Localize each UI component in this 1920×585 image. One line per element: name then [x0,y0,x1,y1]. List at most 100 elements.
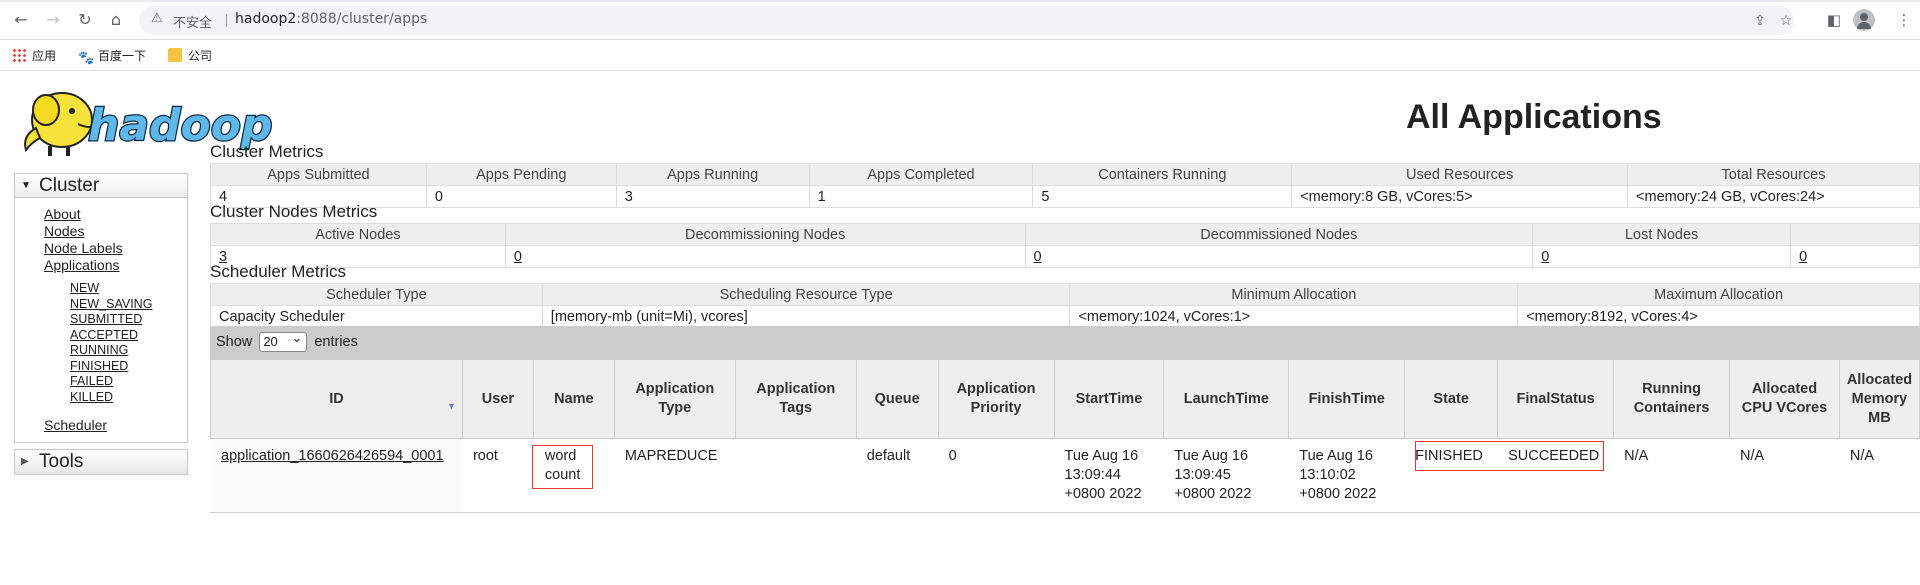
column-header-name[interactable]: Name [532,359,615,439]
bookmark-company[interactable]: 公司 [168,47,212,64]
nav-state-submitted[interactable]: SUBMITTED [70,312,187,328]
nav-state-new-saving[interactable]: NEW_SAVING [70,297,187,313]
metric-header: Apps Completed [808,163,1034,186]
apps-grid-icon [12,48,26,62]
address-separator [226,14,227,27]
url-path: :8088/cluster/apps [296,11,428,27]
nav-link-scheduler[interactable]: Scheduler [44,417,187,434]
name-line: word [544,448,577,464]
cluster-metrics-table: Apps Submitted Apps Pending Apps Running… [210,163,1920,208]
page-length-select[interactable]: 20 [259,329,308,352]
url-host: hadoop2 [235,11,297,27]
metric-header: Active Nodes [210,223,506,246]
side-panel-icon[interactable]: ◧ [1823,9,1845,31]
time-line: +0800 2022 [1174,486,1252,502]
column-header-priority[interactable]: Application Priority [937,359,1055,439]
scheduler-metrics-table: Scheduler Type Scheduling Resource Type … [210,283,1920,328]
lost-nodes-link[interactable]: 0 [1541,249,1549,265]
metric-value: 3 [615,185,810,208]
nodes-metrics-table: Active Nodes Decommissioning Nodes Decom… [210,223,1920,268]
metric-header: Lost Nodes [1532,223,1792,246]
forward-icon[interactable]: → [41,8,65,32]
header-label: Queue [874,390,920,407]
metric-header: Apps Running [615,163,810,186]
header-label: FinishTime [1308,390,1385,407]
column-header-user[interactable]: User [461,359,534,439]
nav-state-new[interactable]: NEW [70,281,187,297]
entries-label: entries [314,333,358,350]
nav-link-about[interactable]: About [44,206,187,223]
insecure-label: 不安全 [173,16,213,31]
caret-down-icon: ▼ [21,180,31,191]
share-icon[interactable]: ⇪ [1751,12,1769,30]
nav-state-running[interactable]: RUNNING [70,343,187,359]
column-header-id[interactable]: ID ▼ [210,359,463,439]
decommissioning-nodes-link[interactable]: 0 [514,249,522,265]
browser-toolbar: ← → ↻ ⌂ ⚠ 不安全 hadoop2:8088/cluster/apps … [0,0,1920,40]
column-header-app-type[interactable]: Application Type [613,359,736,439]
nav-link-applications[interactable]: Applications [44,257,187,274]
time-line: 13:09:45 [1174,467,1231,483]
url-text[interactable]: hadoop2:8088/cluster/apps [235,11,427,27]
decommissioned-nodes-link[interactable]: 0 [1034,249,1042,265]
cell-app-tags [734,438,857,512]
header-label: Name [554,390,594,407]
unhealthy-nodes-link[interactable]: 0 [1799,249,1807,265]
warning-icon: ⚠ [151,11,163,26]
tools-label: Tools [39,451,84,472]
cell-app-type: MAPREDUCE [613,438,736,512]
back-icon[interactable]: ← [9,8,33,32]
header-label: Application Priority [956,381,1036,416]
reload-icon[interactable]: ↻ [73,8,97,32]
metric-header: Total Resources [1627,163,1920,186]
applications-table: ID ▼ User Name Application Type Applicati… [210,359,1920,512]
time-line: Tue Aug 16 [1299,448,1373,464]
column-header-app-tags[interactable]: Application Tags [734,359,857,439]
folder-icon [168,48,182,62]
home-icon[interactable]: ⌂ [104,8,128,32]
column-header-start-time[interactable]: StartTime [1053,359,1165,439]
bookmark-baidu[interactable]: 🐾 百度一下 [78,47,146,66]
column-header-running-containers[interactable]: Running Containers [1613,359,1731,439]
page-length-control: Show 20 entries [216,329,358,352]
column-header-launch-time[interactable]: LaunchTime [1163,359,1290,439]
nav-state-accepted[interactable]: ACCEPTED [70,328,187,344]
cluster-label: Cluster [39,175,100,196]
column-header-queue[interactable]: Queue [855,359,939,439]
profile-avatar[interactable] [1853,9,1875,31]
column-header-finish-time[interactable]: FinishTime [1288,359,1406,439]
metric-value: 0 [1024,245,1534,268]
tab-strip [0,0,1920,2]
cell-queue: default [855,438,939,512]
nav-link-nodes[interactable]: Nodes [44,223,187,240]
cluster-menu-header[interactable]: ▼ Cluster [15,174,187,198]
menu-kebab-icon[interactable]: ⋮ [1893,9,1915,31]
table-row: application_1660626426594_0001 root word… [210,438,1920,512]
column-header-state[interactable]: State [1404,359,1499,439]
page-title: All Applications [1406,98,1662,136]
header-label: Application Tags [756,381,836,416]
metric-value: <memory:1024, vCores:1> [1069,305,1519,328]
address-bar[interactable]: ⚠ 不安全 hadoop2:8088/cluster/apps ⇪ ☆ [139,6,1794,35]
nav-state-killed[interactable]: KILLED [70,390,187,406]
metric-header: Maximum Allocation [1517,283,1920,306]
caret-right-icon: ▶ [21,456,29,467]
time-line: +0800 2022 [1299,486,1377,502]
column-header-final-status[interactable]: FinalStatus [1497,359,1615,439]
nav-state-finished[interactable]: FINISHED [70,359,187,375]
header-label: Running Containers [1633,381,1710,416]
state-highlight-box [1415,441,1604,471]
bookmark-star-icon[interactable]: ☆ [1777,12,1795,30]
metric-header: Scheduler Type [210,283,543,306]
bookmark-apps[interactable]: 应用 [12,47,56,64]
tools-menu-header[interactable]: ▶ Tools [14,449,188,475]
cluster-links: About Nodes Node Labels Applications NEW… [15,198,187,442]
metric-header [1790,223,1920,246]
application-id-link[interactable]: application_1660626426594_0001 [221,448,444,464]
nav-state-failed[interactable]: FAILED [70,374,187,390]
nav-link-node-labels[interactable]: Node Labels [44,240,187,257]
column-header-allocated-memory[interactable]: Allocated Memory MB [1838,359,1920,439]
cell-name: word count [531,438,615,512]
applications-panel: Show 20 entries ID ▼ User Name Applicatio… [210,326,1920,513]
column-header-allocated-vcores[interactable]: Allocated CPU VCores [1729,359,1840,439]
